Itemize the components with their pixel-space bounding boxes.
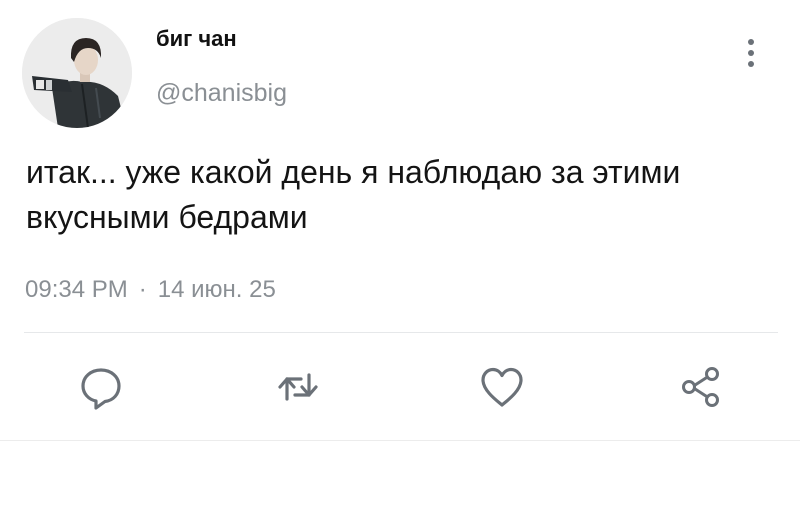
- divider: [24, 332, 778, 333]
- heart-icon: [481, 367, 523, 407]
- reply-icon: [81, 368, 121, 410]
- tweet-text: итак... уже какой день я наблюдаю за эти…: [26, 154, 681, 235]
- retweet-icon: [278, 373, 318, 401]
- timestamp-separator: ·: [138, 276, 147, 303]
- reply-button[interactable]: [77, 363, 125, 411]
- bottom-divider: [0, 440, 800, 441]
- share-button[interactable]: [677, 363, 725, 411]
- like-button[interactable]: [478, 363, 526, 411]
- tweet-date: 14 июн. 25: [157, 276, 276, 303]
- share-icon: [682, 367, 719, 407]
- author-display-name[interactable]: биг чан: [156, 26, 237, 52]
- more-vertical-icon: [748, 39, 754, 67]
- tweet-timestamp: 09:34 PM · 14 июн. 25: [25, 276, 276, 304]
- avatar-image: [22, 18, 132, 128]
- author-handle[interactable]: @chanisbig: [156, 79, 287, 108]
- retweet-button[interactable]: [274, 363, 322, 411]
- tweet-time: 09:34 PM: [25, 276, 128, 303]
- avatar[interactable]: [22, 18, 132, 128]
- more-options-button[interactable]: [733, 34, 769, 74]
